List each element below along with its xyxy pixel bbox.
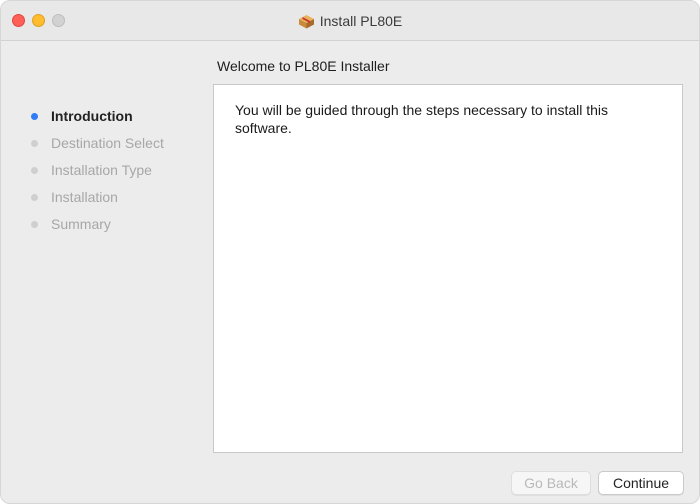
continue-button[interactable]: Continue	[598, 471, 684, 495]
intro-text: You will be guided through the steps nec…	[235, 102, 609, 136]
step-label: Destination Select	[51, 135, 164, 151]
page-heading: Welcome to PL80E Installer	[217, 58, 390, 74]
step-indicator-dot	[31, 167, 38, 174]
step-installation: Installation	[31, 186, 164, 213]
go-back-button[interactable]: Go Back	[511, 471, 591, 495]
window-title-text: Install PL80E	[319, 13, 403, 29]
step-installation-type: Installation Type	[31, 159, 164, 186]
step-indicator-dot	[31, 194, 38, 201]
step-label: Installation	[51, 189, 118, 205]
content-pane: You will be guided through the steps nec…	[213, 84, 683, 453]
step-label: Summary	[51, 216, 111, 232]
window-title: Install PL80E	[1, 1, 699, 41]
installer-window: Install PL80E Welcome to PL80E Installer…	[0, 0, 700, 504]
step-label: Introduction	[51, 108, 133, 124]
steps-sidebar: Introduction Destination Select Installa…	[31, 105, 164, 240]
step-indicator-dot	[31, 113, 38, 120]
step-indicator-dot	[31, 140, 38, 147]
step-label: Installation Type	[51, 162, 152, 178]
title-bar[interactable]: Install PL80E	[1, 1, 699, 41]
step-summary: Summary	[31, 213, 164, 240]
package-icon	[298, 14, 314, 28]
step-introduction: Introduction	[31, 105, 164, 132]
step-destination-select: Destination Select	[31, 132, 164, 159]
step-indicator-dot	[31, 221, 38, 228]
